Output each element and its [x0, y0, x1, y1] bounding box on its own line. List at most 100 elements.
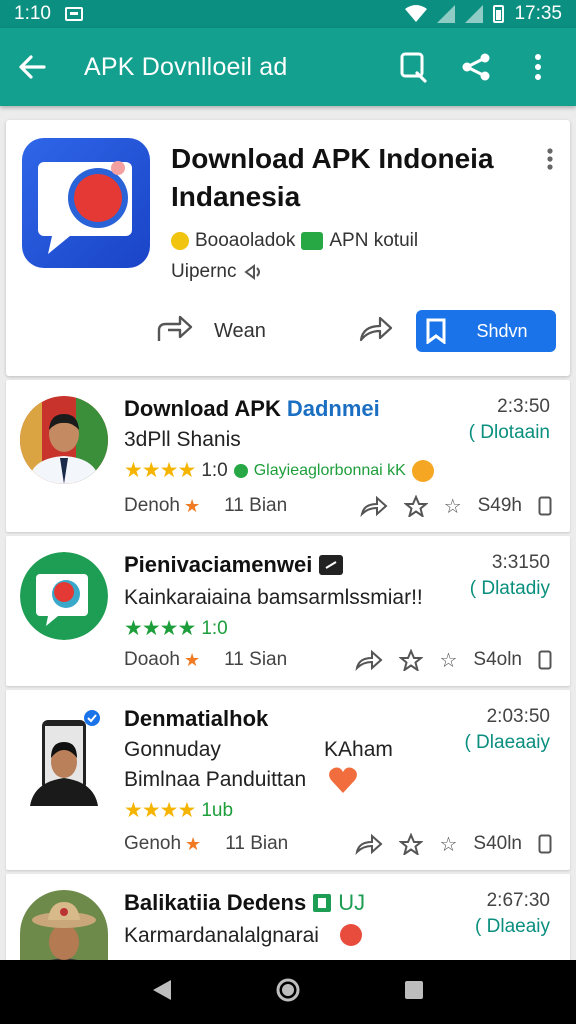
- app-title-line1: Download APK Indoneia: [171, 143, 494, 174]
- search-button[interactable]: [394, 47, 434, 87]
- item-subtitle: Gonnuday: [124, 738, 221, 761]
- forward-icon[interactable]: [360, 495, 388, 517]
- list-item[interactable]: Denmatialhok Gonnuday KAham Bimlnaa Pand…: [6, 690, 570, 870]
- rating-value: 1:0: [201, 617, 228, 639]
- card-menu-button[interactable]: [546, 148, 554, 175]
- item-subtitle-2: Bimlnaa Panduittan: [124, 768, 307, 791]
- phone-icon[interactable]: [538, 834, 552, 854]
- action-label[interactable]: Wean: [214, 320, 266, 343]
- back-button[interactable]: [0, 28, 64, 106]
- verified-icon: [301, 232, 324, 250]
- star-outline-icon[interactable]: [403, 495, 428, 517]
- footer-count: S49h: [477, 495, 522, 516]
- star-icon: ★: [185, 833, 202, 854]
- more-button[interactable]: [518, 47, 558, 87]
- avatar: [20, 396, 108, 484]
- app-category: APN kotuil: [329, 230, 419, 251]
- app-title: Download APK Indoneia Indanesia: [171, 140, 521, 216]
- item-actions: Doaoh ★ 11 Sian ☆ S4oln: [124, 646, 552, 674]
- nav-back-button[interactable]: [151, 978, 173, 1007]
- heart-icon: [329, 767, 357, 793]
- app-meta-2: Uipernc: [171, 261, 264, 283]
- navigation-bar: [0, 960, 576, 1024]
- show-button-label: Shdvn: [476, 320, 528, 341]
- status-time-left: 1:10: [14, 3, 51, 24]
- star-outline-icon[interactable]: [399, 833, 424, 855]
- item-title-accent: Dadnmei: [286, 396, 380, 421]
- share-icon: [462, 53, 490, 81]
- item-title: Denmatialhok: [124, 706, 269, 731]
- star-icon: ★: [184, 495, 201, 516]
- show-button[interactable]: Shdvn: [416, 310, 556, 352]
- footer-left: Doaoh: [124, 649, 180, 670]
- triangle-back-icon: [153, 979, 171, 1000]
- item-time: 3:3150: [491, 552, 550, 573]
- nav-home-button[interactable]: [275, 977, 301, 1008]
- phone-icon[interactable]: [538, 650, 552, 670]
- avatar: [20, 706, 108, 806]
- more-vert-icon: [547, 148, 553, 170]
- footer-left: Genoh: [124, 833, 182, 854]
- app-detail-card: Download APK Indoneia Indanesia Booaolad…: [6, 120, 570, 376]
- footer-mid: 11 Bian: [224, 495, 288, 516]
- star-icon: ★: [184, 649, 201, 670]
- signal-icon: [437, 5, 456, 23]
- rating-value: 1:0: [201, 459, 228, 481]
- notification-icon: [64, 7, 83, 21]
- rating-stars: ★★★★: [124, 617, 196, 640]
- square-recents-icon: [405, 980, 423, 999]
- item-status: ( Dlatadiy: [469, 578, 550, 599]
- rating-stars: ★★★★: [124, 459, 196, 482]
- speaker-icon: [244, 264, 261, 280]
- list-item[interactable]: Pienivaciamenwei Kainkaraiaina bamsarmls…: [6, 536, 570, 686]
- forward-icon: [359, 316, 393, 341]
- bookmark-icon: [426, 318, 446, 344]
- item-rating: ★★★★ 1:0: [124, 616, 228, 641]
- star-outline-icon-2[interactable]: ☆: [439, 832, 457, 857]
- reply-button[interactable]: [156, 313, 194, 350]
- signal-icon-2: [465, 5, 484, 23]
- star-outline-icon-2[interactable]: ☆: [439, 648, 457, 673]
- wifi-icon: [405, 5, 428, 22]
- rating-value: 1ub: [201, 799, 234, 821]
- forward-button[interactable]: [358, 314, 394, 349]
- badge-icon: [319, 555, 344, 575]
- share-arrow-icon: [157, 315, 193, 341]
- footer-count: S40ln: [473, 833, 522, 854]
- coin-icon: [171, 232, 189, 250]
- phone-icon[interactable]: [538, 496, 552, 516]
- item-time: 2:3:50: [497, 396, 550, 417]
- item-title: Download APK Dadnmei: [124, 396, 380, 422]
- star-outline-icon[interactable]: [399, 649, 424, 671]
- item-status: ( Dlotaain: [468, 422, 550, 443]
- more-vert-icon: [535, 54, 541, 80]
- item-subtitle: Karmardanalalgnarai: [124, 924, 319, 947]
- nav-recents-button[interactable]: [403, 979, 425, 1006]
- avatar: [20, 552, 108, 640]
- share-button[interactable]: [456, 47, 496, 87]
- item-status: ( Dlaeaiy: [475, 916, 550, 937]
- forward-icon[interactable]: [355, 833, 383, 855]
- badge-icon: [233, 463, 248, 478]
- forward-icon[interactable]: [355, 649, 383, 671]
- item-title-text: Pienivaciamenwei: [124, 552, 313, 577]
- item-subtitle: Kainkaraiaina bamsarmlssmiar!!: [124, 586, 423, 609]
- item-rating: ★★★★ 1ub: [124, 798, 233, 823]
- arrow-left-icon: [19, 55, 46, 79]
- item-actions: Denoh ★ 11 Bian ☆ S49h: [124, 492, 552, 520]
- item-title-text: Download APK: [124, 396, 281, 421]
- item-title: Balikatiia Dedens UJ: [124, 890, 365, 916]
- app-bar: APK Dovnlloeil ad: [0, 28, 576, 106]
- status-bar: 1:10 17:35: [0, 0, 576, 28]
- star-outline-icon-2[interactable]: ☆: [444, 494, 462, 519]
- list-item[interactable]: Balikatiia Dedens UJ Karmardanalalgnarai…: [6, 874, 570, 976]
- battery-icon: [493, 5, 505, 23]
- item-subtitle-right: KAham: [324, 738, 393, 761]
- item-title: Pienivaciamenwei: [124, 552, 344, 578]
- app-title-line2: Indanesia: [171, 181, 301, 212]
- item-status: ( Dlaeaaiy: [464, 732, 550, 753]
- list-item[interactable]: Download APK Dadnmei 3dPll Shanis 2:3:50…: [6, 380, 570, 532]
- footer-mid: 11 Bian: [225, 833, 289, 854]
- item-title-suffix: UJ: [338, 890, 366, 915]
- footer-left: Denoh: [124, 495, 180, 516]
